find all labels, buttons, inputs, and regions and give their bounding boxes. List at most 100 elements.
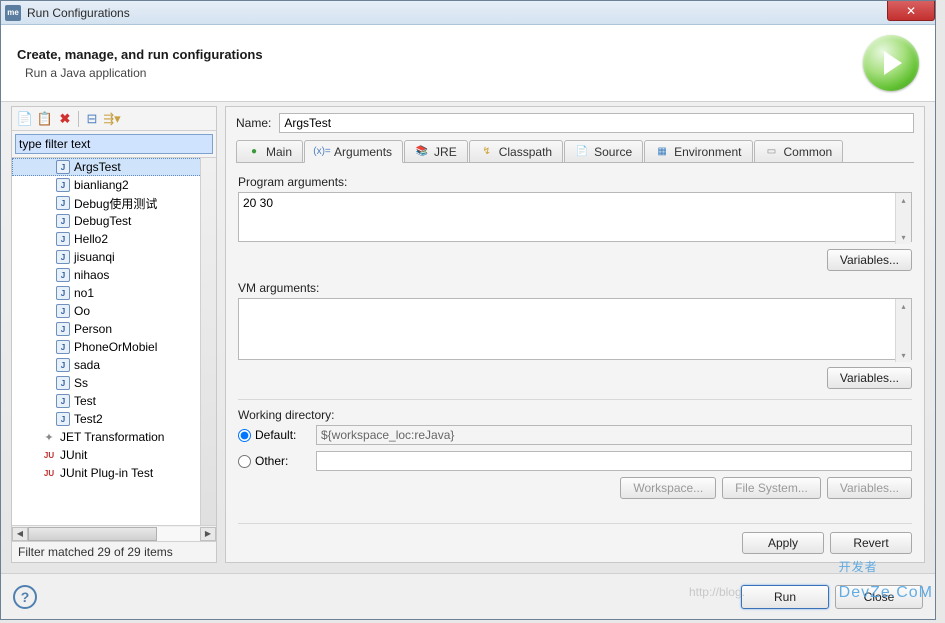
tab-source[interactable]: 📄Source bbox=[564, 140, 643, 162]
wd-workspace-button[interactable]: Workspace... bbox=[620, 477, 716, 499]
tree-item-junit[interactable]: JU JUnit bbox=[12, 446, 216, 464]
name-label: Name: bbox=[236, 116, 271, 130]
collapse-all-icon[interactable]: ⊟ bbox=[83, 110, 101, 128]
help-icon[interactable]: ? bbox=[13, 585, 37, 609]
wd-default-value bbox=[316, 425, 912, 445]
textarea-scrollbar[interactable]: ▴▾ bbox=[895, 299, 911, 362]
tree-item-label: no1 bbox=[74, 286, 94, 300]
tree-item-label: JET Transformation bbox=[60, 430, 164, 444]
tree-item-label: Ss bbox=[74, 376, 88, 390]
tree-item-label: Debug使用测试 bbox=[74, 195, 157, 212]
main-tab-icon: ● bbox=[247, 145, 261, 159]
app-icon: me bbox=[5, 5, 21, 21]
vm-args-variables-button[interactable]: Variables... bbox=[827, 367, 912, 389]
java-launch-icon: J bbox=[56, 160, 70, 174]
filter-input[interactable] bbox=[15, 134, 213, 154]
tree-item-label: sada bbox=[74, 358, 100, 372]
wd-default-label: Default: bbox=[255, 428, 296, 442]
java-launch-icon: J bbox=[56, 322, 70, 336]
tree-item-test[interactable]: J Test bbox=[12, 392, 216, 410]
tree-item-hello2[interactable]: JHello2 bbox=[12, 230, 216, 248]
junit-icon: JU bbox=[42, 466, 56, 480]
tab-environment[interactable]: ▦Environment bbox=[644, 140, 752, 162]
tab-main[interactable]: ● Main bbox=[236, 140, 303, 162]
wd-filesystem-button[interactable]: File System... bbox=[722, 477, 821, 499]
dialog-heading: Create, manage, and run configurations bbox=[17, 47, 863, 62]
run-glyph-icon bbox=[863, 35, 919, 91]
tab-label: JRE bbox=[434, 145, 457, 159]
tree-item-person[interactable]: J Person bbox=[12, 320, 216, 338]
scroll-left-icon[interactable]: ◀ bbox=[12, 527, 28, 541]
name-input[interactable] bbox=[279, 113, 914, 133]
tree-item-debugtest[interactable]: J DebugTest bbox=[12, 212, 216, 230]
close-button[interactable]: Close bbox=[835, 585, 923, 609]
tab-classpath[interactable]: ↯Classpath bbox=[469, 140, 563, 162]
tree-item-label: Person bbox=[74, 322, 112, 336]
apply-button[interactable]: Apply bbox=[742, 532, 824, 554]
textarea-scrollbar[interactable]: ▴▾ bbox=[895, 193, 911, 244]
vm-args-input[interactable] bbox=[238, 298, 912, 360]
tree-item-test2[interactable]: JTest2 bbox=[12, 410, 216, 428]
tree-item-label: JUnit Plug-in Test bbox=[60, 466, 153, 480]
revert-button[interactable]: Revert bbox=[830, 532, 912, 554]
separator bbox=[78, 111, 79, 127]
classpath-tab-icon: ↯ bbox=[480, 145, 494, 159]
junit-icon: JU bbox=[42, 448, 56, 462]
window-close-button[interactable]: ✕ bbox=[887, 1, 935, 21]
tree-item-bianliang2[interactable]: Jbianliang2 bbox=[12, 176, 216, 194]
scroll-right-icon[interactable]: ▶ bbox=[200, 527, 216, 541]
wd-other-radio[interactable] bbox=[238, 455, 251, 468]
scroll-thumb[interactable] bbox=[28, 527, 157, 541]
tab-label: Main bbox=[266, 145, 292, 159]
java-launch-icon: J bbox=[56, 376, 70, 390]
filter-status: Filter matched 29 of 29 items bbox=[12, 541, 216, 562]
tab-jre[interactable]: 📚JRE bbox=[404, 140, 468, 162]
tree-item-label: PhoneOrMobiel bbox=[74, 340, 157, 354]
java-launch-icon: J bbox=[56, 394, 70, 408]
common-tab-icon: ▭ bbox=[765, 145, 779, 159]
tab-bar: ●Main(x)=Arguments📚JRE↯Classpath📄Source▦… bbox=[236, 139, 914, 163]
run-button[interactable]: Run bbox=[741, 585, 829, 609]
horizontal-scrollbar[interactable]: ◀ ▶ bbox=[12, 525, 216, 541]
tree-item-label: DebugTest bbox=[74, 214, 131, 228]
tree-item-oo[interactable]: J Oo bbox=[12, 302, 216, 320]
java-launch-icon: J bbox=[56, 304, 70, 318]
tree-item-argstest[interactable]: JArgsTest bbox=[12, 158, 216, 176]
environment-tab-icon: ▦ bbox=[655, 145, 669, 159]
java-launch-icon: J bbox=[56, 412, 70, 426]
source-tab-icon: 📄 bbox=[575, 145, 589, 159]
config-sidebar: 📄 📋 ✖ ⊟ ⇶▾ JArgsTestJbianliang2JDebug使用测… bbox=[11, 106, 217, 563]
program-args-label: Program arguments: bbox=[238, 175, 912, 189]
java-launch-icon: J bbox=[56, 214, 70, 228]
wd-default-radio[interactable] bbox=[238, 429, 251, 442]
new-config-icon[interactable]: 📄 bbox=[16, 110, 34, 128]
program-args-variables-button[interactable]: Variables... bbox=[827, 249, 912, 271]
tree-item-jet-transformation[interactable]: ✦JET Transformation bbox=[12, 428, 216, 446]
tree-item-label: JUnit bbox=[60, 448, 87, 462]
config-tree[interactable]: JArgsTestJbianliang2JDebug使用测试JDebugTest… bbox=[12, 157, 216, 525]
tree-item-debug使用测试[interactable]: JDebug使用测试 bbox=[12, 194, 216, 212]
tree-item-label: nihaos bbox=[74, 268, 109, 282]
tab-common[interactable]: ▭Common bbox=[754, 140, 844, 162]
run-configurations-dialog: me Run Configurations ✕ Create, manage, … bbox=[0, 0, 936, 620]
working-dir-label: Working directory: bbox=[238, 408, 912, 422]
wd-other-label: Other: bbox=[255, 454, 288, 468]
duplicate-config-icon[interactable]: 📋 bbox=[36, 110, 54, 128]
program-args-input[interactable]: 20 30 bbox=[238, 192, 912, 242]
tree-item-phoneormobiel[interactable]: JPhoneOrMobiel bbox=[12, 338, 216, 356]
tree-item-ss[interactable]: J Ss bbox=[12, 374, 216, 392]
tree-item-label: Test bbox=[74, 394, 96, 408]
filter-icon[interactable]: ⇶▾ bbox=[103, 110, 121, 128]
tab-arguments[interactable]: (x)=Arguments bbox=[304, 140, 403, 163]
tree-item-nihaos[interactable]: Jnihaos bbox=[12, 266, 216, 284]
tree-item-junit-plug-in-test[interactable]: JU JUnit Plug-in Test bbox=[12, 464, 216, 482]
tree-item-jisuanqi[interactable]: Jjisuanqi bbox=[12, 248, 216, 266]
tree-item-label: Oo bbox=[74, 304, 90, 318]
delete-config-icon[interactable]: ✖ bbox=[56, 110, 74, 128]
java-launch-icon: J bbox=[56, 178, 70, 192]
wd-other-input[interactable] bbox=[316, 451, 912, 471]
tree-item-no1[interactable]: Jno1 bbox=[12, 284, 216, 302]
tree-item-sada[interactable]: Jsada bbox=[12, 356, 216, 374]
arguments-tab-body: Program arguments: 20 30 ▴▾ Variables...… bbox=[236, 169, 914, 556]
wd-variables-button[interactable]: Variables... bbox=[827, 477, 912, 499]
